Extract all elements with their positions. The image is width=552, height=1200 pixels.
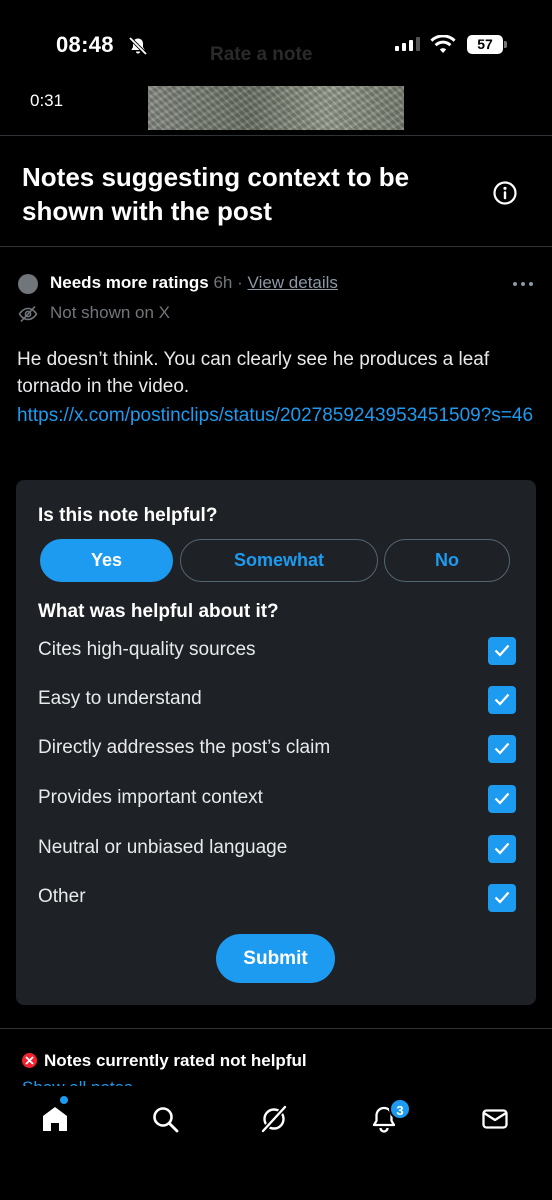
note-source-link[interactable]: https://x.com/postinclips/status/2027859…	[17, 402, 537, 429]
status-bar: 08:48 Rate a note 57	[0, 0, 552, 90]
divider	[0, 135, 552, 136]
view-details-link[interactable]: View details	[248, 273, 338, 292]
reason-row[interactable]: Other	[38, 882, 516, 914]
reason-label: Cites high-quality sources	[38, 639, 256, 660]
reason-label: Provides important context	[38, 787, 263, 808]
bottom-nav: 3	[0, 1088, 552, 1200]
bell-off-icon	[128, 36, 148, 56]
reason-row[interactable]: Provides important context	[38, 783, 516, 815]
grok-icon[interactable]	[259, 1104, 289, 1134]
option-yes-button[interactable]: Yes	[40, 539, 173, 582]
close-circle-icon	[22, 1053, 37, 1068]
reason-checkbox[interactable]	[488, 686, 516, 714]
more-options-icon[interactable]	[512, 276, 534, 292]
reason-checkbox[interactable]	[488, 785, 516, 813]
option-no-button[interactable]: No	[384, 539, 510, 582]
helpful-question: Is this note helpful?	[38, 505, 218, 526]
home-icon[interactable]	[40, 1104, 70, 1134]
info-icon[interactable]	[492, 180, 518, 206]
reason-row[interactable]: Neutral or unbiased language	[38, 833, 516, 865]
reason-label: Easy to understand	[38, 688, 202, 709]
reason-checkbox[interactable]	[488, 735, 516, 763]
cellular-signal-icon	[395, 37, 420, 51]
rating-card: Is this note helpful? Yes Somewhat No Wh…	[16, 480, 536, 1005]
helpful-reasons-heading: What was helpful about it?	[38, 601, 279, 622]
show-all-notes-link[interactable]: Show all notes	[22, 1076, 133, 1086]
battery-icon: 57	[467, 35, 503, 54]
reason-row[interactable]: Cites high-quality sources	[38, 635, 516, 667]
battery-nub	[504, 41, 507, 48]
divider	[0, 246, 552, 247]
reason-label: Neutral or unbiased language	[38, 837, 288, 858]
submit-button[interactable]: Submit	[216, 934, 335, 983]
note-status-dot	[18, 274, 38, 294]
reason-checkbox[interactable]	[488, 884, 516, 912]
meta-separator: ·	[237, 273, 243, 292]
notification-count-badge: 3	[389, 1098, 411, 1120]
home-unread-dot	[60, 1096, 68, 1104]
wifi-icon	[430, 35, 456, 53]
note-meta: Needs more ratings 6h · View details	[50, 273, 338, 293]
page-title: Notes suggesting context to be shown wit…	[22, 162, 410, 226]
note-text: He doesn’t think. You can clearly see he…	[17, 349, 490, 397]
divider	[0, 1028, 552, 1029]
reason-label: Other	[38, 886, 86, 907]
video-timestamp: 0:31	[30, 91, 64, 110]
note-status: Needs more ratings	[50, 273, 209, 292]
reason-label: Directly addresses the post’s claim	[38, 737, 331, 758]
visibility-status: Not shown on X	[50, 303, 171, 322]
reason-row[interactable]: Directly addresses the post’s claim	[38, 733, 516, 765]
eye-off-icon	[18, 305, 38, 323]
reason-checkbox[interactable]	[488, 835, 516, 863]
status-time: 08:48	[56, 32, 114, 57]
messages-icon[interactable]	[480, 1104, 510, 1134]
ghost-title: Rate a note	[210, 44, 313, 65]
reason-checkbox[interactable]	[488, 637, 516, 665]
reason-row[interactable]: Easy to understand	[38, 684, 516, 716]
option-somewhat-button[interactable]: Somewhat	[180, 539, 378, 582]
note-age: 6h	[213, 273, 233, 292]
video-thumbnail[interactable]	[148, 86, 404, 130]
search-icon[interactable]	[150, 1104, 180, 1134]
not-helpful-heading: Notes currently rated not helpful	[44, 1051, 307, 1070]
